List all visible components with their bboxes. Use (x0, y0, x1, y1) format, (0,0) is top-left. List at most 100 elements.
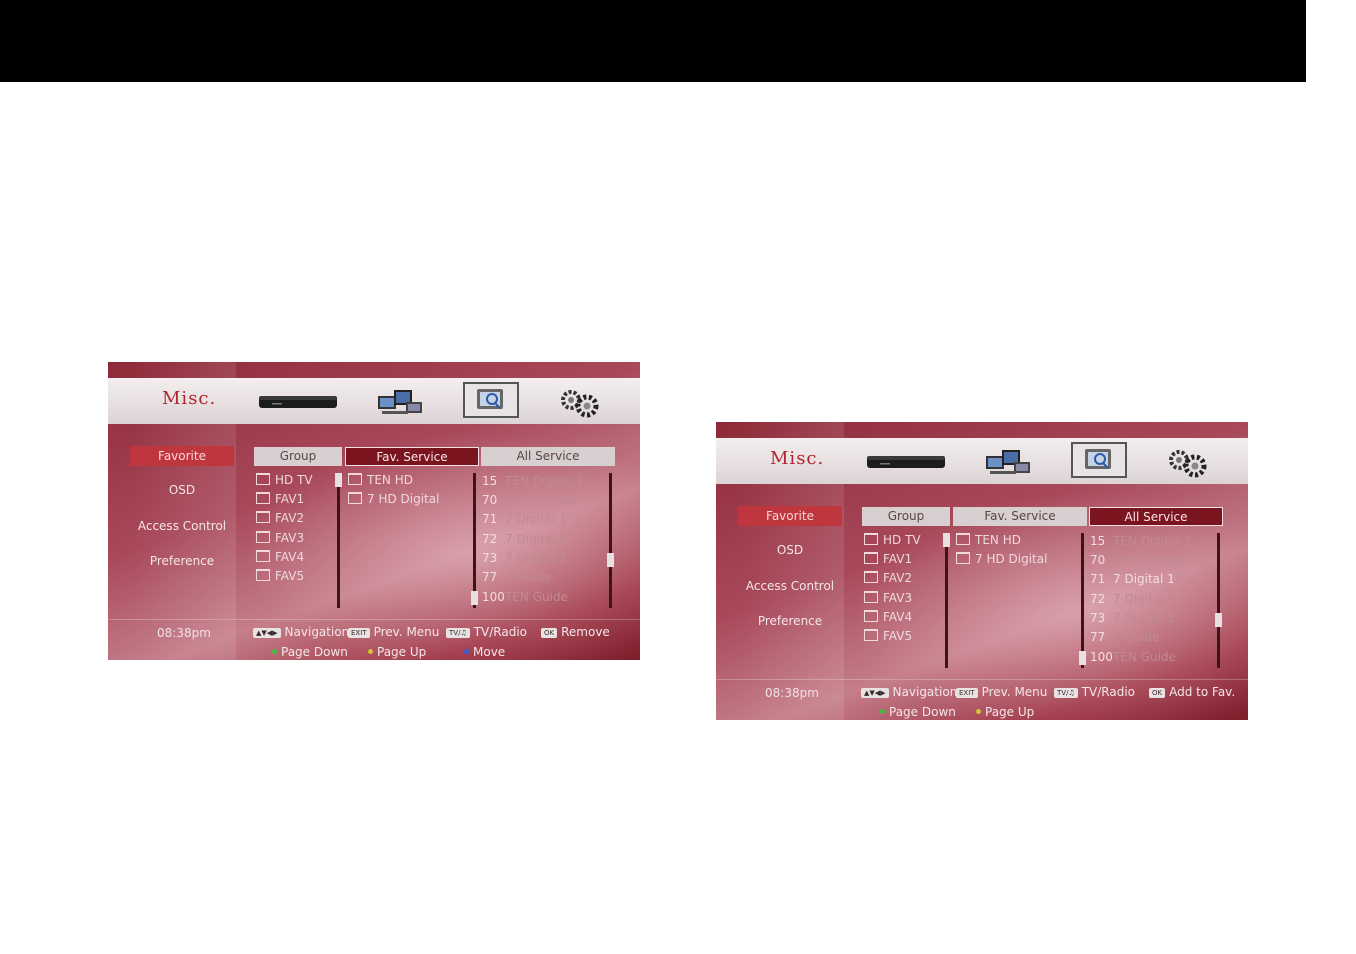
arrow-keys-icon: ▲▼◀▶ (253, 628, 281, 638)
computer-network-icon[interactable] (984, 446, 1032, 478)
menu-header: Misc. (716, 438, 1248, 484)
group-item[interactable]: FAV2 (256, 509, 304, 528)
all-service-scrollbar[interactable] (1215, 533, 1222, 668)
all-service-item[interactable]: 71 7 Digital 1 (482, 510, 567, 529)
all-service-item[interactable]: 100TEN Guide (482, 588, 568, 607)
hint-ok-action: OK Add to Fav. (1149, 685, 1235, 699)
hint-navigation: ▲▼◀▶ Navigation (253, 625, 349, 639)
yellow-key-icon (368, 649, 373, 654)
fav-service-scrollbar[interactable] (1079, 533, 1086, 668)
scrollbar-thumb[interactable] (943, 533, 950, 547)
tv-folder-icon (256, 473, 270, 485)
all-service-item[interactable]: 70 7 HD Digital (482, 491, 577, 510)
group-item[interactable]: FAV4 (256, 548, 304, 567)
menu-item-favorite[interactable]: Favorite (738, 506, 842, 526)
hint-page-down: Page Down (272, 645, 348, 659)
group-item[interactable]: FAV2 (864, 569, 912, 588)
scrollbar-thumb[interactable] (335, 473, 342, 487)
tab-all-service[interactable]: All Service (1089, 507, 1223, 526)
fav-service-item[interactable]: 7 HD Digital (348, 490, 439, 509)
tab-fav-service[interactable]: Fav. Service (345, 447, 479, 466)
tv-folder-icon (256, 550, 270, 562)
fav-service-scrollbar[interactable] (471, 473, 478, 608)
tv-radio-key-icon: TV/♫ (1054, 688, 1078, 698)
scrollbar-thumb[interactable] (471, 591, 478, 605)
group-item[interactable]: HD TV (256, 471, 313, 490)
misc-settings-icon-selected[interactable] (463, 382, 519, 418)
group-item[interactable]: FAV5 (256, 567, 304, 586)
gear-icon[interactable] (1164, 445, 1210, 479)
all-service-item-highlighted[interactable]: 71 7 Digital 1 (1090, 570, 1175, 589)
computer-network-icon[interactable] (376, 386, 424, 418)
scrollbar-thumb[interactable] (1215, 613, 1222, 627)
set-top-box-icon[interactable] (258, 391, 338, 411)
tv-radio-key-icon: TV/♫ (446, 628, 470, 638)
green-key-icon (880, 709, 885, 714)
group-item[interactable]: FAV4 (864, 608, 912, 627)
tv-menu-screen-favorite-service: Misc. Favorite OSD Access Control Prefer… (108, 362, 640, 660)
scrollbar-thumb[interactable] (1079, 651, 1086, 665)
tab-group[interactable]: Group (254, 447, 342, 466)
menu-item-access-control[interactable]: Access Control (130, 516, 234, 536)
footer-divider (108, 619, 640, 620)
misc-settings-icon-selected[interactable] (1071, 442, 1127, 478)
hint-prev-menu: EXIT Prev. Menu (348, 625, 439, 639)
scrollbar-thumb[interactable] (607, 553, 614, 567)
all-service-item[interactable]: 15 TEN Digital 3 (482, 472, 583, 491)
tab-fav-service[interactable]: Fav. Service (953, 507, 1087, 526)
group-item[interactable]: FAV1 (864, 550, 912, 569)
tv-channel-icon (956, 533, 970, 545)
fav-service-item[interactable]: 7 HD Digital (956, 550, 1047, 569)
group-item[interactable]: FAV1 (256, 490, 304, 509)
clock-time: 08:38pm (157, 626, 211, 640)
tv-channel-icon (956, 552, 970, 564)
tv-menu-screen-all-service: Misc. Favorite OSD Access Control Prefer… (716, 422, 1248, 720)
tv-folder-icon (256, 492, 270, 504)
all-service-item[interactable]: 73 7 Digital 3 (1090, 609, 1175, 628)
group-scrollbar[interactable] (943, 533, 950, 668)
tab-group[interactable]: Group (862, 507, 950, 526)
tv-folder-icon (864, 629, 878, 641)
menu-item-preference[interactable]: Preference (130, 551, 234, 571)
top-black-bar (0, 0, 1306, 82)
all-service-item[interactable]: 70 7 HD Digital (1090, 551, 1185, 570)
green-key-icon (272, 649, 277, 654)
all-service-item[interactable]: 73 7 Digital 3 (482, 549, 567, 568)
group-item[interactable]: FAV3 (864, 589, 912, 608)
all-service-item[interactable]: 100TEN Guide (1090, 648, 1176, 667)
clock-time: 08:38pm (765, 686, 819, 700)
all-service-item[interactable]: 72 7 Digital 2 (1090, 590, 1175, 609)
gear-icon[interactable] (556, 385, 602, 419)
all-service-item[interactable]: 77 7 Guide (482, 568, 552, 587)
menu-item-osd[interactable]: OSD (130, 480, 234, 500)
set-top-box-icon[interactable] (866, 451, 946, 471)
hint-page-up: Page Up (976, 705, 1034, 719)
group-item[interactable]: HD TV (864, 531, 921, 550)
all-service-item[interactable]: 72 7 Digital 2 (482, 530, 567, 549)
tv-folder-icon (864, 571, 878, 583)
ok-key-icon: OK (541, 628, 558, 638)
hint-prev-menu: EXIT Prev. Menu (956, 685, 1047, 699)
blue-key-icon (464, 649, 469, 654)
hint-ok-action: OK Remove (541, 625, 610, 639)
menu-item-preference[interactable]: Preference (738, 611, 842, 631)
hint-navigation: ▲▼◀▶ Navigation (861, 685, 957, 699)
group-scrollbar[interactable] (335, 473, 342, 608)
page-title: Misc. (162, 388, 217, 409)
all-service-item[interactable]: 15 TEN Digital 3 (1090, 532, 1191, 551)
group-item[interactable]: FAV3 (256, 529, 304, 548)
menu-item-osd[interactable]: OSD (738, 540, 842, 560)
footer-divider (716, 679, 1248, 680)
tab-all-service[interactable]: All Service (481, 447, 615, 466)
tv-folder-icon (864, 591, 878, 603)
all-service-item[interactable]: 77 7 Guide (1090, 628, 1160, 647)
all-service-scrollbar[interactable] (607, 473, 614, 608)
fav-service-item[interactable]: TEN HD (956, 531, 1021, 550)
menu-item-access-control[interactable]: Access Control (738, 576, 842, 596)
ok-key-icon: OK (1149, 688, 1166, 698)
fav-service-item[interactable]: TEN HD (348, 471, 413, 490)
group-item[interactable]: FAV5 (864, 627, 912, 646)
tv-channel-icon (348, 473, 362, 485)
menu-item-favorite[interactable]: Favorite (130, 446, 234, 466)
menu-header: Misc. (108, 378, 640, 424)
